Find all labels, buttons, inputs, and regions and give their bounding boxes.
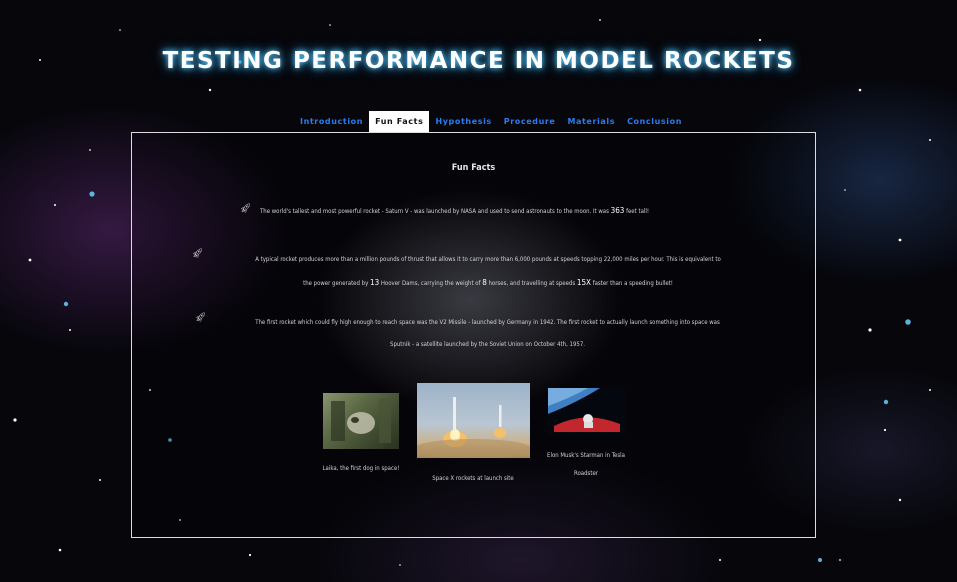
fact-text: Hoover Dams, carrying the weight of	[379, 280, 483, 287]
fact-thrust: A typical rocket produces more than a mi…	[208, 248, 768, 295]
fact-first-space-rocket: The first rocket which could fly high en…	[210, 312, 765, 356]
caption-line: Roadster	[574, 470, 598, 477]
laika-caption: Laika, the first dog in space!	[322, 465, 400, 472]
fact-text: horses, and travelling at speeds	[486, 280, 577, 287]
fact-text: A typical rocket produces more than a mi…	[255, 256, 721, 263]
tab-bar: Introduction Fun Facts Hypothesis Proced…	[294, 111, 688, 133]
rocket-icon: 🚀︎	[195, 313, 207, 323]
fact-text: The world's tallest and most powerful ro…	[260, 208, 611, 215]
panel-heading: Fun Facts	[451, 163, 496, 173]
spacex-photo	[417, 383, 530, 458]
fact-number: 363	[610, 206, 625, 215]
fun-facts-panel: Fun Facts 🚀︎ The world's tallest and mos…	[131, 132, 816, 538]
page-title: TESTING PERFORMANCE IN MODEL ROCKETS	[162, 48, 795, 74]
tab-materials[interactable]: Materials	[561, 111, 621, 133]
tab-introduction[interactable]: Introduction	[294, 111, 369, 133]
tab-conclusion[interactable]: Conclusion	[621, 111, 688, 133]
rocket-icon: 🚀︎	[240, 204, 252, 214]
starman-photo	[548, 388, 625, 435]
fact-text: faster than a speeding bullet!	[590, 280, 673, 287]
rocket-icon: 🚀︎	[192, 249, 204, 259]
spacex-caption: Space X rockets at launch site	[432, 475, 514, 482]
fact-text: The first rocket which could fly high en…	[255, 319, 720, 326]
laika-photo	[323, 393, 399, 449]
fact-line: the power generated by 13 Hoover Dams, c…	[208, 271, 768, 295]
fact-number: 13	[369, 278, 380, 287]
caption-line: Elon Musk's Starman in Tesla	[547, 452, 625, 459]
fact-text: Sputnik - a satellite launched by the So…	[390, 341, 585, 348]
fact-number: 15X	[576, 278, 591, 287]
tab-hypothesis[interactable]: Hypothesis	[429, 111, 497, 133]
fact-saturn-v: The world's tallest and most powerful ro…	[260, 206, 720, 217]
starman-caption: Elon Musk's Starman in Tesla Roadster	[529, 447, 643, 483]
tab-procedure[interactable]: Procedure	[498, 111, 562, 133]
tab-fun-facts[interactable]: Fun Facts	[369, 111, 430, 133]
fact-text: feet tall!	[624, 208, 650, 215]
fact-text: the power generated by	[303, 280, 370, 287]
